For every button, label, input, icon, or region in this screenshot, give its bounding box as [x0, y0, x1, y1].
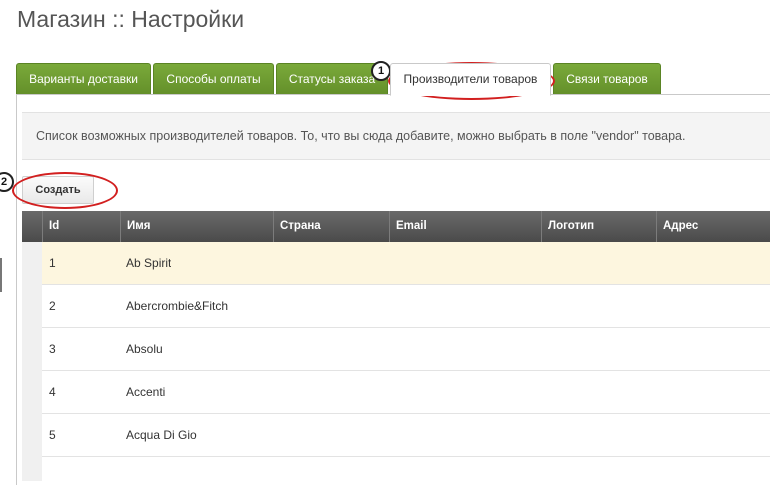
column-header-id[interactable]: Id	[42, 211, 120, 242]
row-stub	[22, 371, 42, 414]
cell-name: Ab Spirit	[126, 256, 172, 270]
table-row[interactable]: 2 Abercrombie&Fitch	[22, 285, 770, 328]
column-header-email[interactable]: Email	[389, 211, 541, 242]
table-row[interactable]: 4 Accenti	[22, 371, 770, 414]
cell-id: 3	[49, 342, 56, 356]
cell-name: Acqua Di Gio	[126, 428, 197, 442]
row-stub	[22, 242, 42, 285]
table-row[interactable]: 1 Ab Spirit	[22, 242, 770, 285]
column-header-logo[interactable]: Логотип	[541, 211, 656, 242]
tab-delivery-options[interactable]: Варианты доставки	[16, 63, 151, 94]
cell-id: 4	[49, 385, 56, 399]
column-header-address[interactable]: Адрес	[656, 211, 770, 242]
tab-product-links[interactable]: Связи товаров	[553, 63, 661, 94]
row-stub	[22, 457, 42, 481]
table-row[interactable]	[22, 457, 770, 481]
info-message: Список возможных производителей товаров.…	[22, 112, 770, 160]
cell-id: 2	[49, 299, 56, 313]
column-header-country[interactable]: Страна	[273, 211, 389, 242]
cell-name: Accenti	[126, 385, 166, 399]
column-header-name[interactable]: Имя	[120, 211, 273, 242]
cell-name: Abercrombie&Fitch	[126, 299, 229, 313]
manufacturers-grid: Id Имя Страна Email Логотип Адрес 1 Ab S…	[22, 211, 770, 481]
tab-payment-methods[interactable]: Способы оплаты	[153, 63, 274, 94]
cell-id: 5	[49, 428, 56, 442]
page-title: Магазин :: Настройки	[17, 6, 245, 32]
row-stub	[22, 414, 42, 457]
grid-header: Id Имя Страна Email Логотип Адрес	[22, 211, 770, 242]
table-row[interactable]: 3 Absolu	[22, 328, 770, 371]
annotation-marker-1: 1	[371, 61, 391, 81]
annotation-marker-2: 2	[0, 172, 14, 192]
cell-id: 1	[49, 256, 56, 270]
tab-manufacturers[interactable]: Производители товаров	[390, 63, 551, 96]
row-stub	[22, 328, 42, 371]
create-button[interactable]: Создать	[22, 176, 94, 204]
table-row[interactable]: 5 Acqua Di Gio	[22, 414, 770, 457]
header-stub	[22, 211, 42, 242]
cell-name: Absolu	[126, 342, 163, 356]
left-divider	[0, 258, 2, 292]
row-stub	[22, 285, 42, 328]
